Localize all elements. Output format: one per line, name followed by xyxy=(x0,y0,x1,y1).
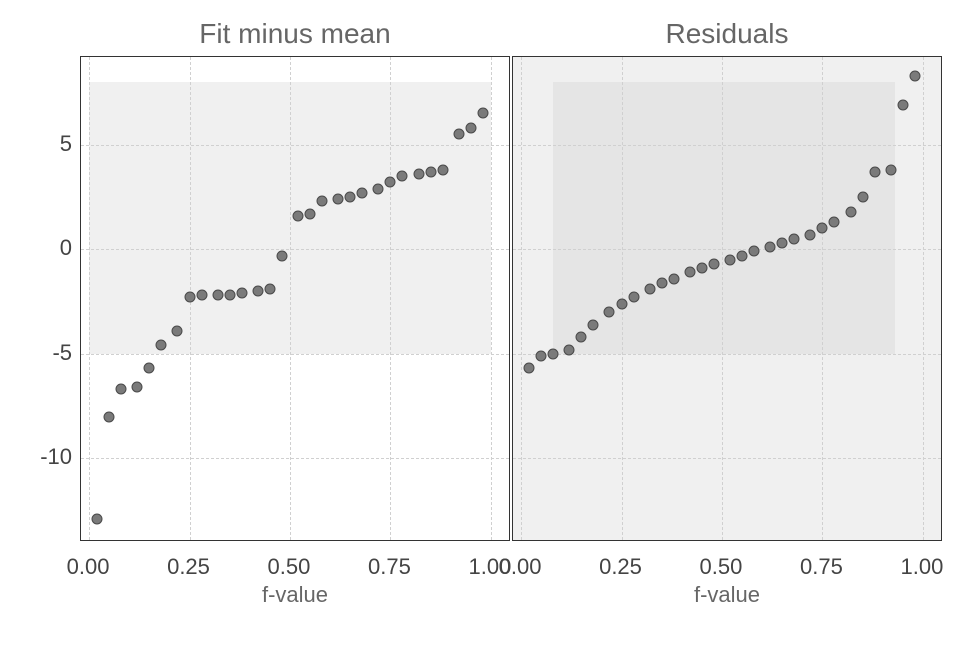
gridline-vertical xyxy=(491,57,492,540)
data-point xyxy=(576,332,587,343)
data-point xyxy=(616,298,627,309)
data-point xyxy=(588,319,599,330)
data-point xyxy=(897,100,908,111)
data-point xyxy=(465,123,476,134)
data-point xyxy=(156,340,167,351)
data-point xyxy=(224,290,235,301)
x-tick-label: 0.00 xyxy=(67,554,110,580)
data-point xyxy=(172,325,183,336)
data-point xyxy=(857,192,868,203)
data-point xyxy=(829,217,840,228)
gridline-horizontal xyxy=(81,354,509,355)
data-point xyxy=(869,166,880,177)
data-point xyxy=(317,196,328,207)
data-point xyxy=(236,288,247,299)
data-point xyxy=(477,108,488,119)
data-point xyxy=(252,286,263,297)
data-point xyxy=(385,177,396,188)
gridline-horizontal xyxy=(513,354,941,355)
data-point xyxy=(293,210,304,221)
data-point xyxy=(909,70,920,81)
x-tick-label: 0.75 xyxy=(800,554,843,580)
x-tick-label: 0.00 xyxy=(499,554,542,580)
data-point xyxy=(305,208,316,219)
gridline-vertical xyxy=(89,57,90,540)
data-point xyxy=(656,277,667,288)
plot-panel xyxy=(80,56,510,541)
gridline-vertical xyxy=(290,57,291,540)
x-tick-label: 1.00 xyxy=(900,554,943,580)
chart-figure: Fit minus mean 0.00 0.25 0.50 0.75 1.00 f-valu… xyxy=(0,0,960,672)
data-point xyxy=(536,350,547,361)
data-point xyxy=(196,290,207,301)
data-point xyxy=(737,250,748,261)
data-point xyxy=(333,194,344,205)
data-point xyxy=(92,514,103,525)
data-point xyxy=(548,348,559,359)
x-tick-label: 0.25 xyxy=(167,554,210,580)
data-point xyxy=(453,129,464,140)
gridline-vertical xyxy=(822,57,823,540)
data-point xyxy=(668,273,679,284)
data-point xyxy=(373,183,384,194)
data-point xyxy=(397,171,408,182)
data-point xyxy=(644,284,655,295)
data-point xyxy=(437,164,448,175)
gridline-vertical xyxy=(722,57,723,540)
data-point xyxy=(708,258,719,269)
x-tick-label: 0.75 xyxy=(368,554,411,580)
gridline-vertical xyxy=(923,57,924,540)
x-axis-title: f-value xyxy=(262,582,328,608)
data-point xyxy=(413,169,424,180)
plot-panel xyxy=(512,56,942,541)
data-point xyxy=(132,382,143,393)
data-point xyxy=(604,307,615,318)
data-point xyxy=(564,344,575,355)
data-point xyxy=(749,246,760,257)
data-point xyxy=(765,242,776,253)
data-point xyxy=(212,290,223,301)
gridline-horizontal xyxy=(81,249,509,250)
data-point xyxy=(696,263,707,274)
data-point xyxy=(524,363,535,374)
data-point xyxy=(817,223,828,234)
data-point xyxy=(777,238,788,249)
x-tick-label: 0.50 xyxy=(700,554,743,580)
data-point xyxy=(684,267,695,278)
x-tick-label: 0.50 xyxy=(268,554,311,580)
data-point xyxy=(425,166,436,177)
x-axis-title: f-value xyxy=(694,582,760,608)
data-point xyxy=(357,187,368,198)
gridline-horizontal xyxy=(513,249,941,250)
data-point xyxy=(885,164,896,175)
data-point xyxy=(805,229,816,240)
gridline-vertical xyxy=(521,57,522,540)
x-tick-label: 0.25 xyxy=(599,554,642,580)
data-point xyxy=(628,292,639,303)
data-point xyxy=(184,292,195,303)
data-point xyxy=(845,206,856,217)
data-point xyxy=(144,363,155,374)
data-point xyxy=(276,250,287,261)
y-tick-label: -10 xyxy=(12,444,72,470)
gridline-horizontal xyxy=(513,458,941,459)
gridline-horizontal xyxy=(81,145,509,146)
gridline-horizontal xyxy=(513,145,941,146)
panel-title: Fit minus mean xyxy=(80,18,510,50)
data-point xyxy=(116,384,127,395)
data-point xyxy=(345,192,356,203)
data-point xyxy=(104,411,115,422)
panel-title: Residuals xyxy=(512,18,942,50)
gridline-vertical xyxy=(390,57,391,540)
data-point xyxy=(789,233,800,244)
data-point xyxy=(264,284,275,295)
y-tick-label: 0 xyxy=(12,235,72,261)
data-point xyxy=(725,254,736,265)
y-tick-label: 5 xyxy=(12,131,72,157)
gridline-horizontal xyxy=(81,458,509,459)
y-tick-label: -5 xyxy=(12,340,72,366)
